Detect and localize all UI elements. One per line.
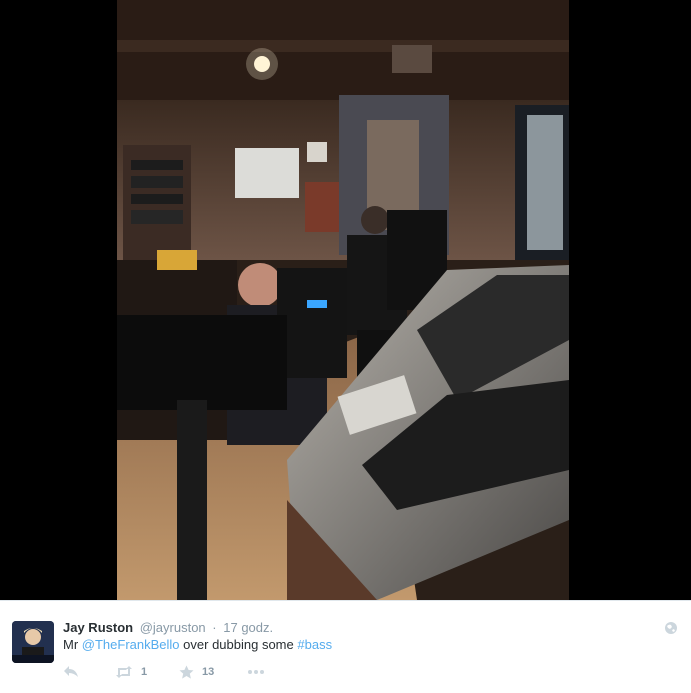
retweet-count: 1: [141, 666, 148, 678]
separator-dot: ·: [212, 620, 217, 635]
tweet-text: Mr @TheFrankBello over dubbing some #bas…: [63, 637, 332, 653]
more-dots-icon: [248, 670, 264, 674]
avatar[interactable]: [12, 621, 54, 663]
favorite-count: 13: [202, 666, 215, 678]
tweet-header: Jay Ruston @jayruston · 17 godz.: [63, 620, 273, 636]
avatar-image: [12, 621, 54, 663]
retweet-icon: [116, 666, 132, 678]
star-icon: [179, 665, 194, 679]
reply-button[interactable]: [63, 664, 79, 680]
more-button[interactable]: [247, 664, 265, 680]
reply-icon: [64, 666, 78, 677]
globe-icon: [664, 621, 678, 635]
media-frame: [0, 0, 691, 600]
tweet-photo[interactable]: [117, 0, 569, 600]
tweet-card: Jay Ruston @jayruston · 17 godz. Mr @The…: [0, 600, 691, 693]
mention-link[interactable]: @TheFrankBello: [82, 637, 180, 652]
display-name[interactable]: Jay Ruston: [63, 620, 133, 635]
tweet-timestamp[interactable]: 17 godz.: [223, 620, 273, 635]
studio-photo-illustration: [117, 0, 569, 600]
tweet-text-middle: over dubbing some: [183, 637, 294, 652]
retweet-button[interactable]: 1: [115, 664, 147, 680]
user-handle[interactable]: @jayruston: [140, 620, 206, 635]
hashtag-link[interactable]: #bass: [297, 637, 332, 652]
favorite-button[interactable]: 13: [179, 664, 214, 680]
tweet-text-prefix: Mr: [63, 637, 79, 652]
